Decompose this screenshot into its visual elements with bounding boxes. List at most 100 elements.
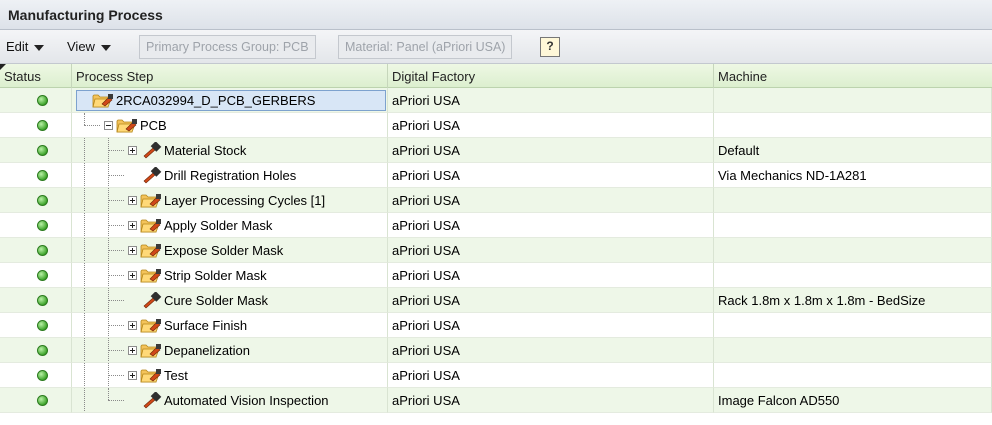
process-step-cell[interactable]: Depanelization bbox=[72, 338, 388, 363]
digital-factory-cell[interactable]: aPriori USA bbox=[388, 263, 714, 288]
process-tool-icon bbox=[140, 166, 162, 184]
digital-factory-cell[interactable]: aPriori USA bbox=[388, 388, 714, 413]
machine-cell[interactable] bbox=[714, 363, 992, 388]
machine-cell[interactable] bbox=[714, 313, 992, 338]
table-row[interactable]: Automated Vision Inspection aPriori USA Im… bbox=[0, 388, 992, 413]
column-header-process-step[interactable]: Process Step bbox=[72, 64, 388, 88]
machine-cell[interactable] bbox=[714, 238, 992, 263]
process-step-cell[interactable]: Automated Vision Inspection bbox=[72, 388, 388, 413]
status-ok-icon bbox=[37, 270, 48, 281]
chevron-down-icon bbox=[100, 44, 111, 51]
process-step-cell[interactable]: Test bbox=[72, 363, 388, 388]
process-group-icon bbox=[140, 217, 162, 234]
status-cell bbox=[0, 138, 72, 163]
digital-factory-cell[interactable]: aPriori USA bbox=[388, 338, 714, 363]
help-icon[interactable]: ? bbox=[540, 37, 560, 57]
table-row[interactable]: Test aPriori USA bbox=[0, 363, 992, 388]
machine-cell[interactable] bbox=[714, 213, 992, 238]
digital-factory-cell[interactable]: aPriori USA bbox=[388, 313, 714, 338]
status-ok-icon bbox=[37, 195, 48, 206]
table-row[interactable]: PCB aPriori USA bbox=[0, 113, 992, 138]
table-row[interactable]: Apply Solder Mask aPriori USA bbox=[0, 213, 992, 238]
expand-icon[interactable] bbox=[128, 196, 137, 205]
toolbar: Edit View Primary Process Group: PCB Mat… bbox=[0, 30, 992, 64]
status-ok-icon bbox=[37, 245, 48, 256]
digital-factory-cell[interactable]: aPriori USA bbox=[388, 188, 714, 213]
status-ok-icon bbox=[37, 320, 48, 331]
process-step-cell[interactable]: Cure Solder Mask bbox=[72, 288, 388, 313]
machine-cell[interactable]: Image Falcon AD550 bbox=[714, 388, 992, 413]
process-group-icon bbox=[92, 92, 114, 109]
table-row[interactable]: Material Stock aPriori USA Default bbox=[0, 138, 992, 163]
process-step-cell[interactable]: Material Stock bbox=[72, 138, 388, 163]
column-header-status[interactable]: Status bbox=[0, 64, 72, 88]
machine-cell[interactable]: Rack 1.8m x 1.8m x 1.8m - BedSize bbox=[714, 288, 992, 313]
expand-icon[interactable] bbox=[128, 146, 137, 155]
process-step-cell[interactable]: PCB bbox=[72, 113, 388, 138]
status-cell bbox=[0, 113, 72, 138]
edit-menu[interactable]: Edit bbox=[6, 39, 45, 54]
process-step-label: Depanelization bbox=[164, 343, 251, 358]
digital-factory-cell[interactable]: aPriori USA bbox=[388, 113, 714, 138]
process-step-label: Drill Registration Holes bbox=[164, 168, 297, 183]
expand-icon[interactable] bbox=[128, 221, 137, 230]
process-step-cell[interactable]: Layer Processing Cycles [1] bbox=[72, 188, 388, 213]
table-row[interactable]: Depanelization aPriori USA bbox=[0, 338, 992, 363]
digital-factory-cell[interactable]: aPriori USA bbox=[388, 163, 714, 188]
process-tool-icon bbox=[140, 391, 162, 409]
digital-factory-cell[interactable]: aPriori USA bbox=[388, 363, 714, 388]
process-step-label: Surface Finish bbox=[164, 318, 248, 333]
digital-factory-cell[interactable]: aPriori USA bbox=[388, 138, 714, 163]
column-header-digital-factory[interactable]: Digital Factory bbox=[388, 64, 714, 88]
process-group-icon bbox=[140, 317, 162, 334]
material-field: Material: Panel (aPriori USA) bbox=[338, 35, 513, 59]
machine-cell[interactable] bbox=[714, 263, 992, 288]
table-row[interactable]: 2RCA032994_D_PCB_GERBERS aPriori USA bbox=[0, 88, 992, 113]
process-step-cell[interactable]: Expose Solder Mask bbox=[72, 238, 388, 263]
expand-icon[interactable] bbox=[128, 321, 137, 330]
process-group-field: Primary Process Group: PCB bbox=[139, 35, 316, 59]
process-step-cell[interactable]: 2RCA032994_D_PCB_GERBERS bbox=[72, 88, 388, 113]
machine-cell[interactable] bbox=[714, 88, 992, 113]
machine-cell[interactable]: Default bbox=[714, 138, 992, 163]
process-step-cell[interactable]: Drill Registration Holes bbox=[72, 163, 388, 188]
machine-cell[interactable] bbox=[714, 338, 992, 363]
process-step-label: PCB bbox=[140, 118, 167, 133]
expand-icon[interactable] bbox=[128, 371, 137, 380]
process-group-icon bbox=[140, 192, 162, 209]
column-header-machine[interactable]: Machine bbox=[714, 64, 992, 88]
process-step-cell[interactable]: Apply Solder Mask bbox=[72, 213, 388, 238]
expand-icon[interactable] bbox=[128, 246, 137, 255]
process-step-cell[interactable]: Surface Finish bbox=[72, 313, 388, 338]
table-row[interactable]: Surface Finish aPriori USA bbox=[0, 313, 992, 338]
process-step-label: Test bbox=[164, 368, 188, 383]
process-step-cell[interactable]: Strip Solder Mask bbox=[72, 263, 388, 288]
table-row[interactable]: Expose Solder Mask aPriori USA bbox=[0, 238, 992, 263]
machine-cell[interactable] bbox=[714, 188, 992, 213]
table-row[interactable]: Drill Registration Holes aPriori USA Via M… bbox=[0, 163, 992, 188]
table-row[interactable]: Strip Solder Mask aPriori USA bbox=[0, 263, 992, 288]
view-menu[interactable]: View bbox=[67, 39, 111, 54]
status-cell bbox=[0, 288, 72, 313]
process-step-label: Apply Solder Mask bbox=[164, 218, 273, 233]
machine-cell[interactable]: Via Mechanics ND-1A281 bbox=[714, 163, 992, 188]
table-row[interactable]: Cure Solder Mask aPriori USA Rack 1.8m x 1… bbox=[0, 288, 992, 313]
view-menu-label: View bbox=[67, 39, 95, 54]
table-row[interactable]: Layer Processing Cycles [1] aPriori USA bbox=[0, 188, 992, 213]
expand-icon[interactable] bbox=[128, 271, 137, 280]
collapse-icon[interactable] bbox=[104, 121, 113, 130]
digital-factory-cell[interactable]: aPriori USA bbox=[388, 288, 714, 313]
status-ok-icon bbox=[37, 220, 48, 231]
digital-factory-cell[interactable]: aPriori USA bbox=[388, 238, 714, 263]
expand-icon[interactable] bbox=[128, 346, 137, 355]
status-ok-icon bbox=[37, 170, 48, 181]
process-group-icon bbox=[140, 242, 162, 259]
status-cell bbox=[0, 88, 72, 113]
digital-factory-cell[interactable]: aPriori USA bbox=[388, 88, 714, 113]
status-cell bbox=[0, 263, 72, 288]
machine-cell[interactable] bbox=[714, 113, 992, 138]
process-group-icon bbox=[140, 367, 162, 384]
status-ok-icon bbox=[37, 370, 48, 381]
process-step-label: Strip Solder Mask bbox=[164, 268, 267, 283]
digital-factory-cell[interactable]: aPriori USA bbox=[388, 213, 714, 238]
